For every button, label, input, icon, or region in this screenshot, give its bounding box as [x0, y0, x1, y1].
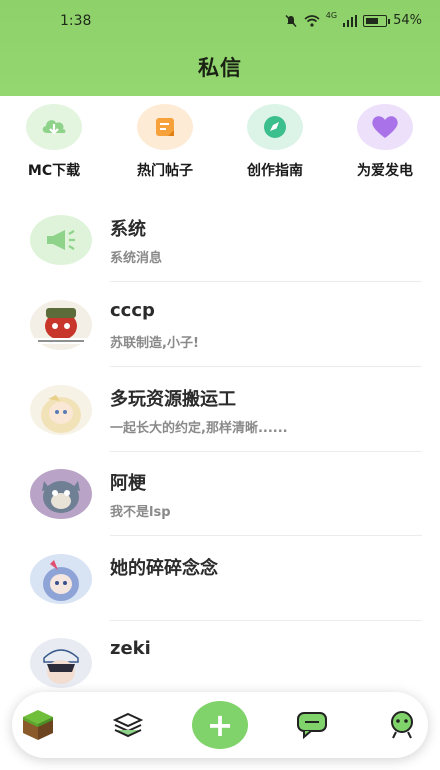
quick-actions: MC下载 热门帖子 创作指南 为爱发电 [0, 104, 440, 184]
quick-label: MC下载 [27, 163, 81, 179]
avatar [30, 385, 92, 435]
contact-name: 系统 [110, 219, 146, 240]
mute-icon [284, 14, 298, 28]
chat-icon[interactable] [292, 706, 332, 744]
divider [110, 281, 422, 282]
bottom-nav: + [12, 692, 428, 758]
add-button[interactable]: + [192, 701, 248, 749]
signal-icon [343, 14, 358, 27]
message-preview: 苏联制造,小子! [110, 336, 199, 351]
list-item[interactable]: cccp 苏联制造,小子! [0, 283, 440, 367]
contact-name: 阿梗 [110, 473, 146, 494]
divider [110, 366, 422, 367]
contact-name: 她的碎碎念念 [110, 558, 218, 579]
quick-label: 创作指南 [247, 163, 303, 179]
message-preview: 一起长大的约定,那样清晰...... [110, 421, 288, 436]
network-type: 4G [325, 11, 338, 20]
quick-label: 为爱发电 [357, 163, 413, 179]
avatar [30, 300, 92, 350]
battery-icon [363, 14, 391, 27]
quick-mc-download[interactable]: MC下载 [9, 104, 99, 180]
layers-icon[interactable] [108, 706, 148, 744]
quick-creator-guide[interactable]: 创作指南 [230, 104, 320, 180]
status-bar: 1:38 4G 54% [0, 10, 440, 32]
grass-block-icon[interactable] [18, 706, 58, 744]
avatar [30, 638, 92, 688]
list-item[interactable]: 多玩资源搬运工 一起长大的约定,那样清晰...... [0, 368, 440, 452]
list-item[interactable]: 她的碎碎念念 [0, 537, 440, 621]
contact-name: zeki [110, 638, 151, 659]
contact-name: 多玩资源搬运工 [110, 389, 236, 410]
compass-icon [247, 104, 303, 150]
header: 1:38 4G 54% 私信 [0, 0, 440, 96]
page-title: 私信 [198, 56, 242, 80]
list-item[interactable]: 系统 系统消息 [0, 198, 440, 282]
battery-percent: 54% [393, 13, 422, 28]
status-icons: 4G 54% [284, 11, 422, 28]
status-time: 1:38 [60, 13, 92, 29]
quick-donate[interactable]: 为爱发电 [340, 104, 430, 180]
post-note-icon [137, 104, 193, 150]
message-preview: 系统消息 [110, 251, 163, 266]
profile-mascot-icon[interactable] [382, 706, 422, 744]
wifi-icon [304, 14, 320, 27]
heart-icon [357, 104, 413, 150]
quick-label: 热门帖子 [137, 163, 193, 179]
avatar [30, 469, 92, 519]
cloud-download-icon [26, 104, 82, 150]
message-preview: 我不是lsp [110, 505, 171, 520]
contact-name: cccp [110, 300, 155, 321]
quick-hot-posts[interactable]: 热门帖子 [120, 104, 210, 180]
avatar [30, 554, 92, 604]
divider [110, 535, 422, 536]
megaphone-icon [30, 215, 92, 265]
list-item[interactable]: 阿梗 我不是lsp [0, 452, 440, 536]
